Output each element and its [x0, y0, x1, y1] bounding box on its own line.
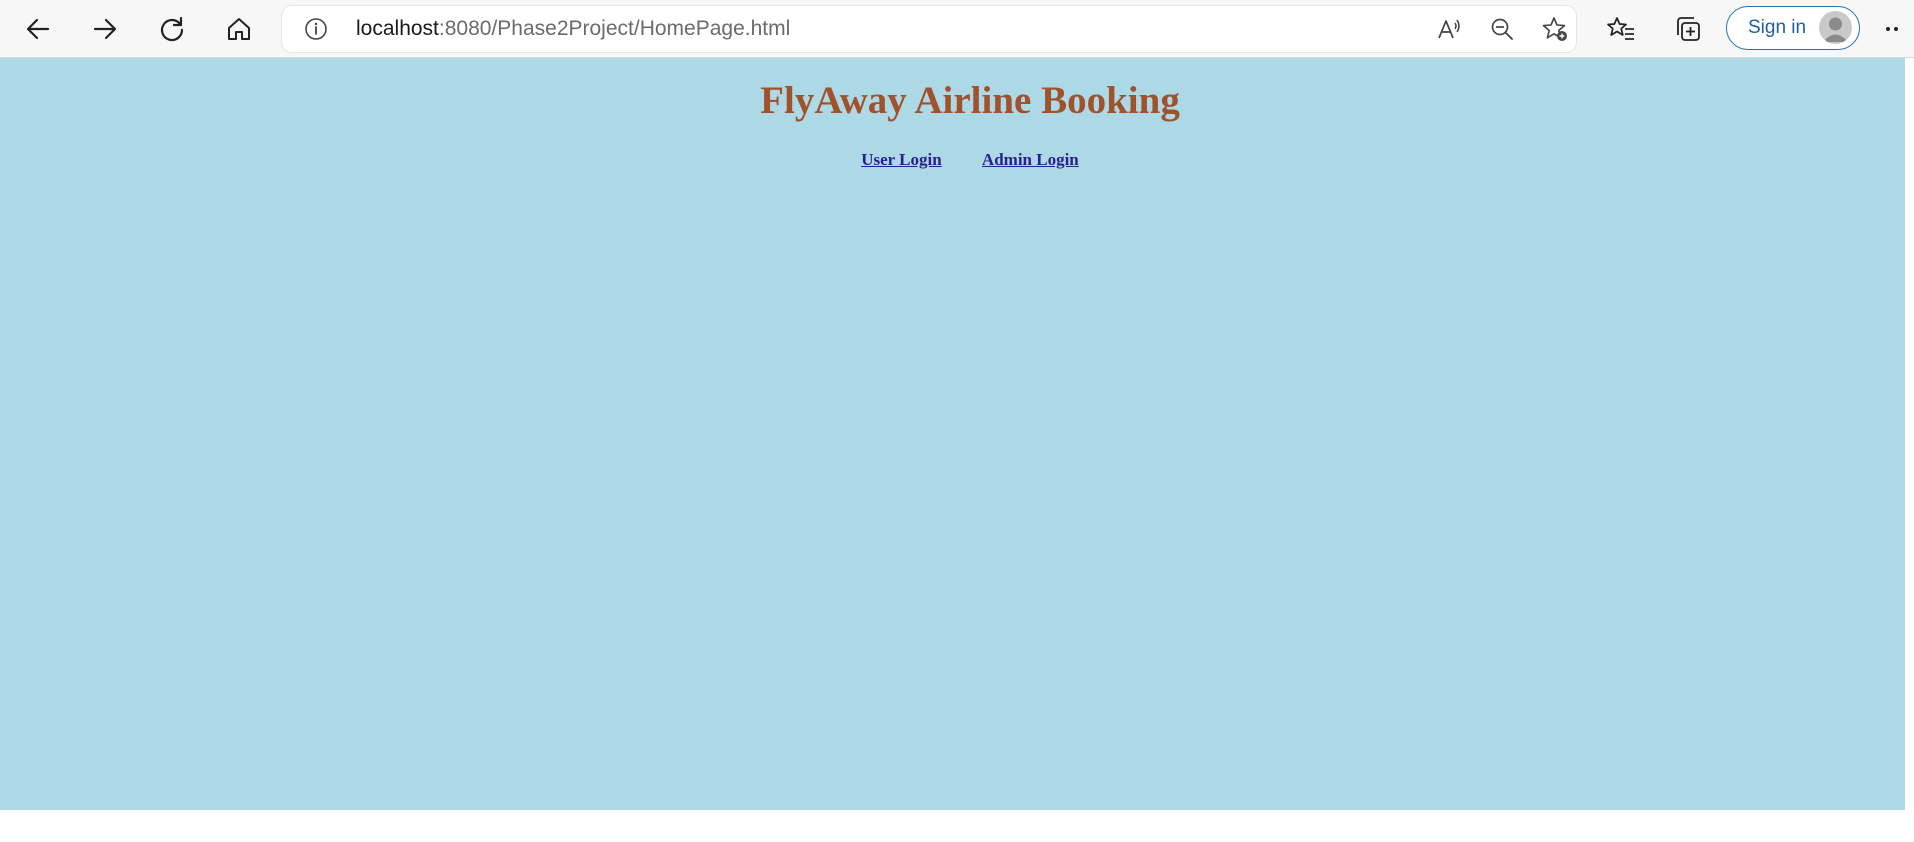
home-button[interactable]	[219, 9, 259, 49]
read-aloud-icon[interactable]	[1434, 14, 1464, 44]
star-add-icon[interactable]	[1540, 14, 1570, 44]
more-dots-icon	[1886, 27, 1898, 31]
collections-icon	[1677, 17, 1700, 41]
user-login-link[interactable]: User Login	[861, 150, 941, 169]
home-icon	[228, 18, 250, 40]
arrow-left-icon	[26, 18, 50, 40]
avatar-icon	[1819, 11, 1852, 44]
zoom-out-icon[interactable]	[1487, 14, 1517, 44]
admin-login-link[interactable]: Admin Login	[982, 150, 1079, 169]
arrow-right-icon	[93, 18, 117, 40]
address-bar[interactable]: localhost:8080/Phase2Project/HomePage.ht…	[282, 6, 1576, 52]
page-title: FlyAway Airline Booking	[760, 79, 1180, 122]
back-button[interactable]	[18, 9, 58, 49]
refresh-button[interactable]	[152, 9, 192, 49]
sign-in-button[interactable]: Sign in	[1726, 6, 1860, 50]
login-links: User Login Admin Login	[0, 150, 1914, 170]
more-options-button[interactable]	[1884, 9, 1914, 49]
info-icon[interactable]	[304, 17, 328, 41]
url-host: localhost	[356, 17, 439, 40]
sign-in-label: Sign in	[1748, 17, 1807, 38]
collections-button[interactable]	[1668, 9, 1708, 49]
favorites-button[interactable]	[1601, 9, 1641, 49]
browser-toolbar: localhost:8080/Phase2Project/HomePage.ht…	[0, 0, 1914, 58]
forward-button[interactable]	[85, 9, 125, 49]
favorites-icon	[1607, 17, 1634, 40]
refresh-icon	[160, 16, 184, 42]
url-text[interactable]: localhost:8080/Phase2Project/HomePage.ht…	[356, 6, 790, 52]
url-path: :8080/Phase2Project/HomePage.html	[438, 17, 791, 40]
page-content: FlyAway Airline Booking User Login Admin…	[0, 58, 1905, 810]
